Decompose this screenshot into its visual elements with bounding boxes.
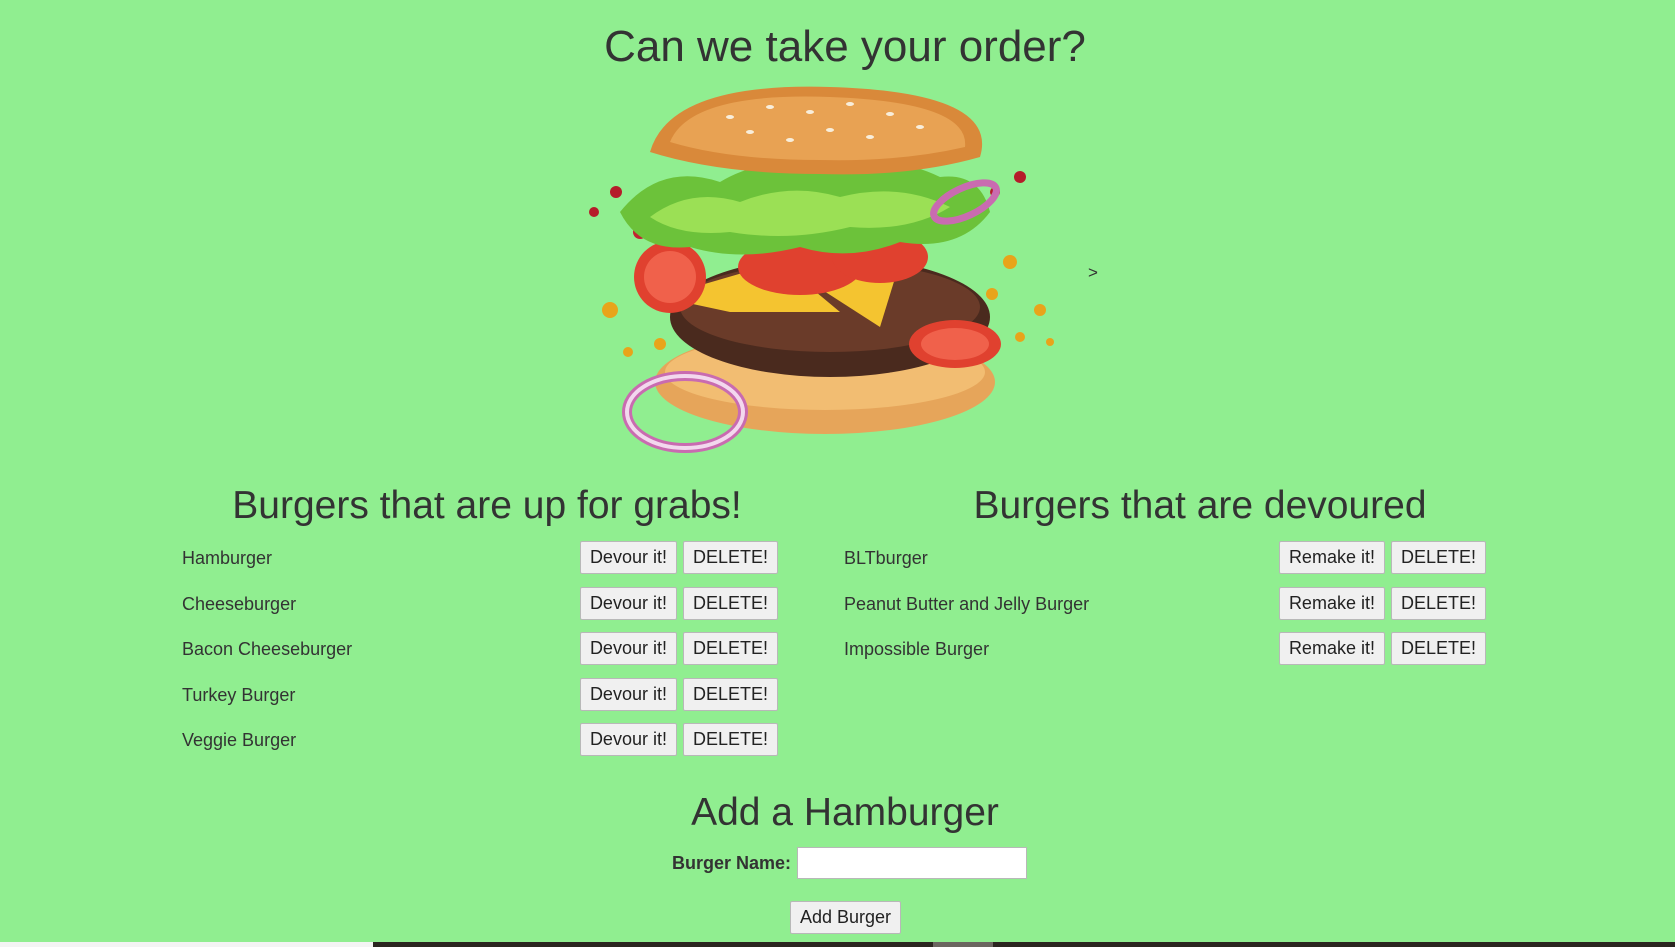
- row-actions: Remake it! DELETE!: [1278, 541, 1486, 574]
- devour-button[interactable]: Devour it!: [579, 677, 677, 711]
- add-burger-heading: Add a Hamburger: [691, 791, 999, 834]
- list-item: Cheeseburger Devour it! DELETE!: [182, 586, 778, 633]
- devoured-burgers-heading: Burgers that are devoured: [973, 484, 1427, 527]
- burger-name-label: Burger Name:: [672, 852, 792, 873]
- add-burger-form: Burger Name:: [672, 847, 1028, 879]
- taskbar-strip: [0, 942, 1675, 947]
- delete-button[interactable]: DELETE!: [1390, 541, 1486, 574]
- remake-button[interactable]: Remake it!: [1278, 541, 1385, 574]
- burger-name-input[interactable]: [797, 847, 1028, 879]
- list-item: Impossible Burger Remake it! DELETE!: [844, 632, 1486, 678]
- list-item: Turkey Burger Devour it! DELETE!: [182, 677, 778, 724]
- row-actions: Devour it! DELETE!: [579, 677, 778, 711]
- devoured-burgers-list: BLTburger Remake it! DELETE! Peanut Butt…: [844, 541, 1486, 678]
- delete-button[interactable]: DELETE!: [682, 541, 778, 574]
- remake-button[interactable]: Remake it!: [1278, 586, 1385, 620]
- delete-button[interactable]: DELETE!: [1390, 632, 1486, 665]
- available-burgers-heading: Burgers that are up for grabs!: [232, 484, 742, 527]
- list-item: Veggie Burger Devour it! DELETE!: [182, 723, 778, 769]
- burger-name: Cheeseburger: [182, 593, 297, 614]
- list-item: Bacon Cheeseburger Devour it! DELETE!: [182, 632, 778, 678]
- list-item: Peanut Butter and Jelly Burger Remake it…: [844, 586, 1486, 633]
- delete-button[interactable]: DELETE!: [682, 723, 778, 756]
- row-actions: Devour it! DELETE!: [579, 586, 778, 620]
- row-actions: Devour it! DELETE!: [579, 541, 778, 574]
- burger-hero-image: [589, 86, 1054, 453]
- delete-button[interactable]: DELETE!: [1390, 586, 1486, 620]
- burger-name: Veggie Burger: [182, 730, 297, 750]
- devour-button[interactable]: Devour it!: [579, 632, 677, 665]
- list-item: BLTburger Remake it! DELETE!: [844, 541, 1486, 587]
- devour-button[interactable]: Devour it!: [579, 723, 677, 756]
- row-actions: Devour it! DELETE!: [579, 632, 778, 665]
- add-burger-button[interactable]: Add Burger: [790, 901, 902, 934]
- burger-name: Peanut Butter and Jelly Burger: [844, 593, 1090, 614]
- devour-button[interactable]: Devour it!: [579, 541, 677, 574]
- row-actions: Remake it! DELETE!: [1278, 586, 1486, 620]
- delete-button[interactable]: DELETE!: [682, 677, 778, 711]
- burger-name: Turkey Burger: [182, 684, 296, 705]
- burger-name: Bacon Cheeseburger: [182, 639, 353, 659]
- row-actions: Devour it! DELETE!: [579, 723, 778, 756]
- list-item: Hamburger Devour it! DELETE!: [182, 541, 778, 587]
- delete-button[interactable]: DELETE!: [682, 586, 778, 620]
- delete-button[interactable]: DELETE!: [682, 632, 778, 665]
- page: Can we take your order? > Burgers that a…: [0, 0, 1675, 947]
- burger-name: BLTburger: [844, 548, 928, 568]
- row-actions: Remake it! DELETE!: [1278, 632, 1486, 665]
- burger-name: Impossible Burger: [844, 639, 990, 659]
- stray-text: >: [1088, 263, 1098, 282]
- available-burgers-list: Hamburger Devour it! DELETE! Cheeseburge…: [182, 541, 778, 769]
- page-title: Can we take your order?: [604, 22, 1086, 71]
- burger-name: Hamburger: [182, 548, 273, 568]
- remake-button[interactable]: Remake it!: [1278, 632, 1385, 665]
- devour-button[interactable]: Devour it!: [579, 586, 677, 620]
